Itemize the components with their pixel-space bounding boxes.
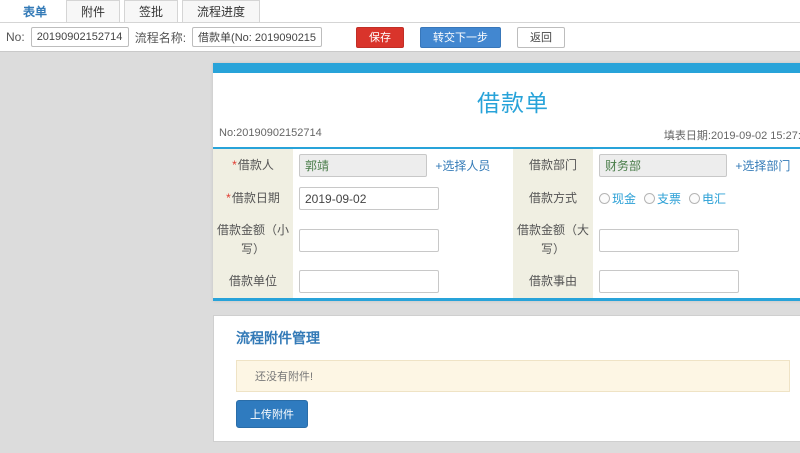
table-row: *借款日期 借款方式 现金 xyxy=(213,182,800,215)
main-content: 借款单 No:20190902152714 填表日期:2019-09-02 15… xyxy=(213,52,800,453)
radio-icon[interactable] xyxy=(599,193,610,204)
form-number: No:20190902152714 xyxy=(219,127,322,139)
form-fill-date: 填表日期:2019-09-02 15:27:1 xyxy=(663,130,800,142)
form-meta-row: No:20190902152714 填表日期:2019-09-02 15:27:… xyxy=(213,127,800,147)
amount-upper-input[interactable] xyxy=(599,228,739,252)
attachment-heading: 流程附件管理 xyxy=(236,330,320,347)
amount-lower-field-cell xyxy=(293,215,513,266)
borrower-label-cell: *借款人 xyxy=(213,149,293,182)
department-label: 借款部门 xyxy=(528,157,577,172)
radio-check[interactable]: 支票 xyxy=(644,190,681,207)
borrow-method-label: 借款方式 xyxy=(528,190,577,205)
loan-form-panel: 借款单 No:20190902152714 填表日期:2019-09-02 15… xyxy=(213,63,800,302)
borrow-unit-label: 借款单位 xyxy=(228,274,277,289)
radio-wire[interactable]: 电汇 xyxy=(689,190,726,207)
required-mark: * xyxy=(232,157,237,172)
borrower-field-cell: +选择人员 xyxy=(293,149,513,182)
borrow-method-field-cell: 现金 支票 电汇 xyxy=(593,182,800,215)
table-row: 借款金额（小写） 借款金额（大写） xyxy=(213,215,800,266)
borrow-method-label-cell: 借款方式 xyxy=(513,182,593,215)
save-button[interactable]: 保存 xyxy=(356,26,405,48)
borrow-date-input[interactable] xyxy=(299,187,439,210)
tab-progress[interactable]: 流程进度 xyxy=(182,0,261,22)
borrow-reason-label: 借款事由 xyxy=(528,274,577,289)
screen: 表单 附件 签批 流程进度 No: 流程名称: 保存 转交下一步 返回 借款单 … xyxy=(0,0,800,453)
department-field-cell: +选择部门 xyxy=(593,149,800,182)
no-input[interactable] xyxy=(30,27,129,47)
radio-icon[interactable] xyxy=(644,193,656,204)
amount-lower-label-cell: 借款金额（小写） xyxy=(213,215,293,266)
department-label-cell: 借款部门 xyxy=(513,149,593,182)
select-person-link[interactable]: +选择人员 xyxy=(435,159,490,173)
borrow-unit-input[interactable] xyxy=(299,270,439,294)
table-row: *借款人 +选择人员 借款部门 +选择部门 xyxy=(213,149,800,182)
back-button[interactable]: 返回 xyxy=(517,26,566,48)
form-title: 借款单 xyxy=(477,90,549,116)
tab-attachments[interactable]: 附件 xyxy=(66,0,121,22)
no-label: No: xyxy=(6,30,25,44)
borrow-reason-field-cell xyxy=(593,265,800,299)
tab-bar: 表单 附件 签批 流程进度 xyxy=(0,0,800,23)
department-input[interactable] xyxy=(599,154,727,177)
borrower-label: 借款人 xyxy=(237,157,274,172)
borrower-input[interactable] xyxy=(299,154,427,177)
amount-lower-label: 借款金额（小写） xyxy=(217,223,290,257)
amount-upper-field-cell xyxy=(593,215,800,266)
no-attachment-notice: 还没有附件! xyxy=(236,360,790,393)
borrow-date-label: 借款日期 xyxy=(231,190,280,205)
tab-approval[interactable]: 签批 xyxy=(124,0,179,22)
toolbar: No: 流程名称: 保存 转交下一步 返回 xyxy=(0,23,800,52)
amount-upper-label: 借款金额（大写） xyxy=(517,223,590,257)
table-row: 借款单位 借款事由 xyxy=(213,265,800,299)
borrow-reason-label-cell: 借款事由 xyxy=(513,265,593,299)
radio-wire-label: 电汇 xyxy=(702,192,727,206)
radio-cash[interactable]: 现金 xyxy=(599,190,636,207)
radio-icon[interactable] xyxy=(689,193,701,204)
tab-form[interactable]: 表单 xyxy=(8,0,63,22)
process-name-label: 流程名称: xyxy=(134,30,187,45)
loan-form-table: *借款人 +选择人员 借款部门 +选择部门 xyxy=(213,149,800,299)
process-name-input[interactable] xyxy=(192,27,323,47)
borrow-date-field-cell xyxy=(293,182,513,215)
select-department-link[interactable]: +选择部门 xyxy=(735,159,790,173)
amount-lower-input[interactable] xyxy=(299,228,439,252)
borrow-date-label-cell: *借款日期 xyxy=(213,182,293,215)
borrow-reason-input[interactable] xyxy=(599,270,739,294)
borrow-unit-label-cell: 借款单位 xyxy=(213,265,293,299)
next-step-button[interactable]: 转交下一步 xyxy=(420,26,502,48)
upload-attachment-button[interactable]: 上传附件 xyxy=(236,400,308,429)
amount-upper-label-cell: 借款金额（大写） xyxy=(513,215,593,266)
radio-cash-label: 现金 xyxy=(612,192,637,206)
borrow-method-radio-group: 现金 支票 电汇 xyxy=(599,190,800,207)
form-top-accent-bar xyxy=(213,63,800,73)
radio-check-label: 支票 xyxy=(657,192,682,206)
required-mark: * xyxy=(226,190,231,205)
attachment-panel: 流程附件管理 还没有附件! 上传附件 xyxy=(213,315,800,443)
borrow-unit-field-cell xyxy=(293,265,513,299)
